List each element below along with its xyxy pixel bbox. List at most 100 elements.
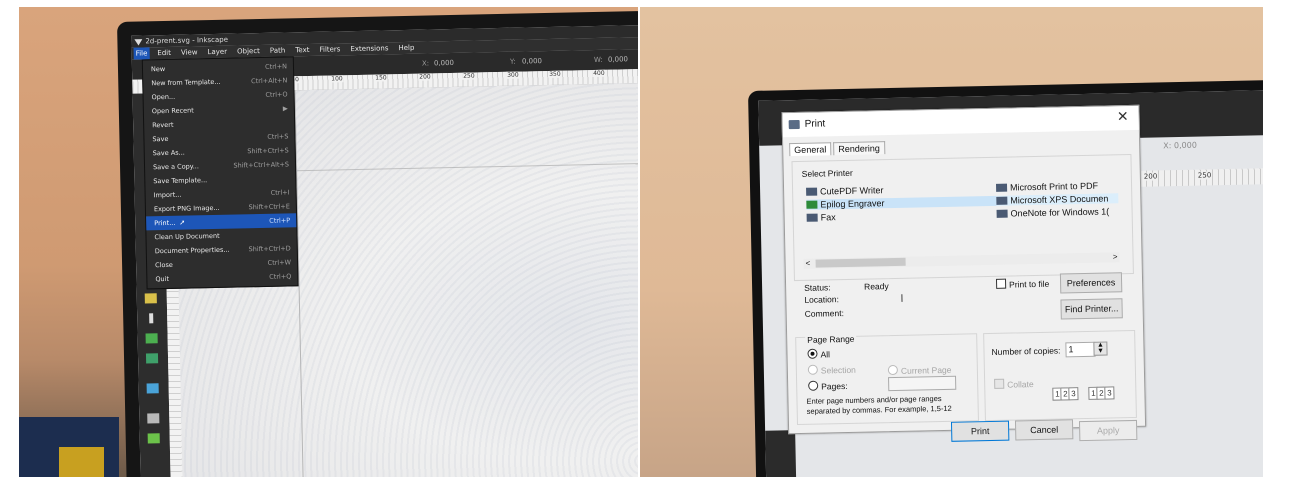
dialog-title: Print: [804, 118, 826, 130]
menu-extensions[interactable]: Extensions: [348, 42, 390, 55]
menu-item-label: Clean Up Document: [154, 231, 220, 242]
ruler-label: 300: [506, 71, 520, 79]
y-label: Y:: [509, 57, 516, 66]
menu-edit[interactable]: Edit: [155, 47, 173, 59]
all-label: All: [820, 349, 831, 360]
x-field[interactable]: 0,000: [434, 59, 454, 67]
comment-label: Comment:: [804, 308, 844, 319]
monitor-left: 2d-prent.svg - Inkscape File Edit View L…: [117, 10, 638, 477]
collate-option[interactable]: Collate: [994, 378, 1034, 390]
paint-bucket-icon[interactable]: [146, 383, 159, 394]
dropper-tool-icon[interactable]: [147, 433, 160, 444]
printer-name: Microsoft Print to PDF: [1009, 180, 1099, 193]
find-printer-button[interactable]: Find Printer...: [1060, 298, 1123, 320]
print-dialog: Print ✕ General Rendering Select Printer …: [781, 104, 1147, 442]
menu-item-label: Save: [152, 134, 169, 144]
collate-page: 3: [1104, 386, 1115, 400]
w-label: W:: [593, 55, 603, 65]
printer-icon: [788, 119, 800, 130]
printer-fax[interactable]: Fax: [806, 212, 836, 223]
menu-item-label: Save Template...: [153, 176, 208, 186]
printer-ms-print-to-pdf[interactable]: Microsoft Print to PDF: [995, 180, 1099, 193]
dialog-tabs: General Rendering: [789, 141, 887, 159]
current-page-option[interactable]: Current Page: [887, 364, 952, 376]
tab-rendering[interactable]: Rendering: [833, 141, 885, 156]
tab-general[interactable]: General: [789, 142, 832, 157]
tweak-tool-icon[interactable]: [145, 353, 159, 364]
menu-item-label: Save a Copy...: [152, 162, 199, 172]
selection-option[interactable]: Selection: [807, 364, 856, 376]
collate-label: Collate: [1007, 379, 1034, 390]
menu-object[interactable]: Object: [235, 45, 262, 58]
background-toolbox: [765, 430, 797, 477]
inkscape-logo-icon: [134, 37, 142, 45]
status-label: Status:: [804, 282, 831, 293]
background-x-coordinate: X: 0,000: [1163, 140, 1197, 151]
spray-tool-icon[interactable]: [145, 333, 158, 344]
printer-icon: [806, 187, 818, 196]
copies-input[interactable]: 1: [1065, 341, 1096, 358]
text-cursor-icon: I: [900, 292, 904, 305]
print-to-file-checkbox[interactable]: [995, 278, 1007, 289]
collate-checkbox[interactable]: [994, 378, 1005, 389]
w-field[interactable]: 0,000: [608, 55, 628, 63]
ruler-label: 100: [330, 75, 344, 83]
menu-text[interactable]: Text: [293, 44, 311, 56]
menu-item-shortcut: Ctrl+O: [265, 90, 288, 99]
apply-button[interactable]: Apply: [1078, 419, 1138, 442]
menu-file[interactable]: File: [133, 47, 150, 60]
all-option[interactable]: All: [807, 348, 831, 360]
menu-item-label: Revert: [152, 120, 174, 130]
eraser-tool-icon[interactable]: [147, 413, 160, 424]
pencil-tool-icon[interactable]: [144, 293, 157, 304]
copies-group: [983, 329, 1137, 422]
ruler-label: 200: [418, 73, 432, 81]
print-to-file-label: Print to file: [1009, 278, 1050, 290]
fax-icon: [806, 213, 818, 222]
ruler-label: 150: [374, 74, 388, 82]
close-icon[interactable]: ✕: [1117, 108, 1129, 125]
default-printer-check-icon: [806, 200, 818, 209]
menu-view[interactable]: View: [179, 46, 200, 58]
selection-label: Selection: [820, 364, 856, 376]
preferences-button[interactable]: Preferences: [1059, 272, 1123, 294]
print-button[interactable]: Print: [950, 420, 1010, 442]
menu-item-shortcut: Ctrl+P: [269, 216, 291, 225]
menu-help[interactable]: Help: [396, 42, 416, 54]
current-page-radio[interactable]: [887, 364, 898, 376]
scroll-left-icon[interactable]: <: [806, 259, 811, 269]
pages-radio[interactable]: [808, 380, 819, 391]
pages-input[interactable]: [888, 375, 957, 392]
x-label: X:: [421, 59, 430, 68]
print-to-file-option[interactable]: Print to file: [995, 278, 1050, 290]
menu-filters[interactable]: Filters: [317, 43, 342, 56]
cancel-button[interactable]: Cancel: [1014, 419, 1074, 441]
scroll-right-icon[interactable]: >: [1113, 252, 1118, 262]
menu-item-shortcut: Ctrl+S: [267, 132, 289, 141]
monitor-right: X: 0,000 200 250 Print ✕ General Renderin…: [748, 79, 1263, 477]
menu-layer[interactable]: Layer: [205, 46, 229, 58]
menu-item-label: Import...: [153, 190, 182, 200]
menu-item-label: Close: [155, 260, 173, 270]
menu-item-label: Open...: [151, 92, 176, 102]
copies-spinner[interactable]: ▲ ▼: [1093, 341, 1108, 356]
ruler-label: 250: [462, 72, 476, 80]
printer-icon: [995, 183, 1008, 192]
menu-item-shortcut: Ctrl+N: [265, 62, 288, 71]
window-title: 2d-prent.svg - Inkscape: [145, 35, 229, 46]
menu-item-label: New: [150, 65, 166, 74]
menu-path[interactable]: Path: [268, 44, 288, 56]
menu-item-label: Quit: [155, 274, 170, 284]
scrollbar-thumb[interactable]: [815, 257, 906, 268]
printer-name: Microsoft XPS Documen: [1010, 193, 1109, 206]
pages-option[interactable]: Pages:: [808, 380, 848, 392]
text-tool-icon[interactable]: [149, 313, 154, 324]
selection-radio[interactable]: [807, 364, 818, 375]
menu-item-label: New from Template...: [151, 77, 221, 88]
y-field[interactable]: 0,000: [522, 57, 542, 65]
all-radio[interactable]: [807, 348, 818, 359]
printer-cutepdf[interactable]: CutePDF Writer: [806, 185, 884, 197]
menu-item-quit[interactable]: Quit Ctrl+Q: [147, 269, 297, 286]
collate-illustration-icon: 123: [1088, 386, 1115, 400]
printer-name: Fax: [820, 212, 836, 223]
